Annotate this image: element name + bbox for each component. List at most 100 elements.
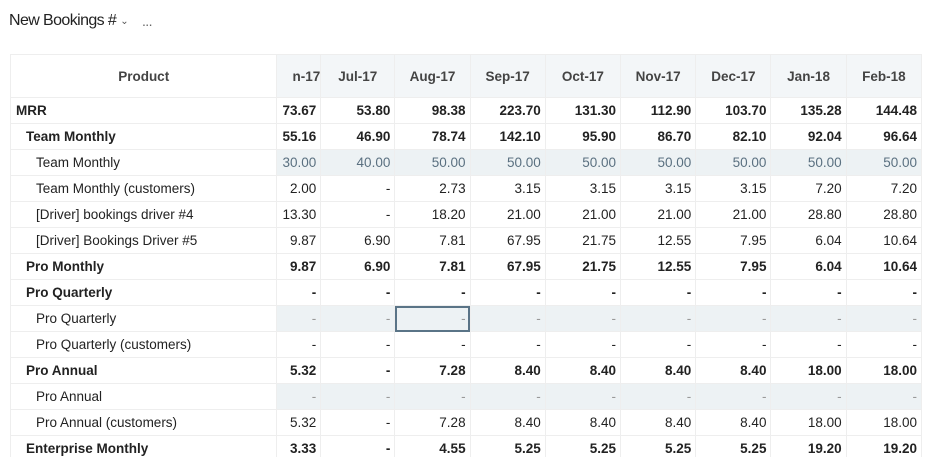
column-header-month[interactable]: Jul-17 [321,55,395,98]
value-cell[interactable]: 21.00 [621,202,696,228]
value-cell[interactable]: - [321,280,395,306]
value-cell[interactable]: - [395,280,470,306]
column-header-month[interactable]: Aug-17 [395,55,470,98]
value-cell[interactable]: 7.81 [395,228,470,254]
column-header-month[interactable]: Nov-17 [621,55,696,98]
value-cell[interactable]: - [277,332,321,358]
value-cell[interactable]: 7.20 [771,176,846,202]
value-cell[interactable]: 30.00 [277,150,321,176]
value-cell[interactable]: 3.15 [696,176,771,202]
value-cell[interactable]: 82.10 [696,124,771,150]
value-cell[interactable]: 18.00 [846,358,921,384]
value-cell[interactable]: 92.04 [771,124,846,150]
value-cell[interactable]: 12.55 [621,254,696,280]
value-cell[interactable]: 223.70 [470,98,545,124]
value-cell[interactable]: 19.20 [771,436,846,457]
row-label[interactable]: Pro Monthly [11,254,277,280]
value-cell[interactable]: 9.87 [277,254,321,280]
value-cell[interactable]: - [321,436,395,457]
value-cell[interactable]: 8.40 [545,358,620,384]
value-cell[interactable]: 7.20 [846,176,921,202]
value-cell[interactable]: 6.90 [321,254,395,280]
value-cell[interactable]: 55.16 [277,124,321,150]
value-cell[interactable]: - [846,332,921,358]
value-cell[interactable]: - [696,332,771,358]
value-cell[interactable]: 50.00 [621,150,696,176]
value-cell[interactable]: 3.33 [277,436,321,457]
value-cell[interactable]: - [696,280,771,306]
value-cell[interactable]: - [846,306,921,332]
value-cell[interactable]: 144.48 [846,98,921,124]
value-cell[interactable]: 6.04 [771,228,846,254]
value-cell[interactable]: 78.74 [395,124,470,150]
row-label[interactable]: Enterprise Monthly [11,436,277,457]
value-cell[interactable]: - [395,332,470,358]
row-label[interactable]: Team Monthly [11,124,277,150]
value-cell[interactable]: - [621,306,696,332]
column-header-month[interactable]: Oct-17 [545,55,620,98]
value-cell[interactable]: - [277,280,321,306]
value-cell[interactable]: 10.64 [846,228,921,254]
value-cell[interactable]: 8.40 [621,410,696,436]
value-cell[interactable]: 53.80 [321,98,395,124]
value-cell[interactable]: 28.80 [771,202,846,228]
column-header-month[interactable]: Feb-18 [846,55,921,98]
value-cell[interactable]: - [321,332,395,358]
value-cell[interactable]: 2.73 [395,176,470,202]
value-cell[interactable]: 8.40 [545,410,620,436]
value-cell[interactable]: - [321,384,395,410]
value-cell[interactable]: 86.70 [621,124,696,150]
value-cell[interactable]: 2.00 [277,176,321,202]
value-cell[interactable]: - [395,384,470,410]
chevron-down-icon[interactable]: ⌄ [120,16,128,27]
value-cell[interactable]: - [277,384,321,410]
value-cell[interactable]: - [696,306,771,332]
value-cell[interactable]: - [321,176,395,202]
value-cell[interactable]: 112.90 [621,98,696,124]
value-cell[interactable]: 7.28 [395,410,470,436]
value-cell[interactable]: 8.40 [696,410,771,436]
row-label[interactable]: Pro Annual [11,384,277,410]
value-cell[interactable]: 96.64 [846,124,921,150]
value-cell[interactable]: - [696,384,771,410]
value-cell[interactable]: 4.55 [395,436,470,457]
column-header-month[interactable]: n-17 [277,55,321,98]
row-label[interactable]: Team Monthly (customers) [11,176,277,202]
value-cell[interactable]: - [621,280,696,306]
value-cell[interactable]: 5.32 [277,358,321,384]
value-cell[interactable]: - [771,280,846,306]
value-cell[interactable]: 131.30 [545,98,620,124]
value-cell[interactable]: 6.04 [771,254,846,280]
value-cell[interactable]: 3.15 [470,176,545,202]
row-label[interactable]: Team Monthly [11,150,277,176]
value-cell[interactable]: 40.00 [321,150,395,176]
value-cell[interactable]: 5.25 [470,436,545,457]
value-cell[interactable]: 18.00 [846,410,921,436]
value-cell[interactable]: 21.00 [696,202,771,228]
value-cell[interactable]: 7.95 [696,228,771,254]
value-cell[interactable]: 5.25 [621,436,696,457]
value-cell[interactable]: 21.75 [545,228,620,254]
value-cell[interactable]: 21.00 [545,202,620,228]
row-label[interactable]: [Driver] Bookings Driver #5 [11,228,277,254]
column-header-month[interactable]: Dec-17 [696,55,771,98]
value-cell[interactable]: 7.95 [696,254,771,280]
value-cell[interactable]: - [621,332,696,358]
value-cell[interactable]: 8.40 [470,358,545,384]
value-cell[interactable]: 18.00 [771,410,846,436]
value-cell[interactable]: 50.00 [696,150,771,176]
value-cell[interactable]: - [545,332,620,358]
value-cell[interactable]: 13.30 [277,202,321,228]
row-label[interactable]: Pro Quarterly [11,306,277,332]
value-cell[interactable]: - [846,384,921,410]
value-cell[interactable]: - [470,384,545,410]
value-cell[interactable]: 18.00 [771,358,846,384]
value-cell[interactable]: 6.90 [321,228,395,254]
value-cell[interactable]: 3.15 [545,176,620,202]
row-label[interactable]: [Driver] bookings driver #4 [11,202,277,228]
more-options-button[interactable]: ... [142,13,152,29]
value-cell[interactable]: 3.15 [621,176,696,202]
value-cell[interactable]: 21.75 [545,254,620,280]
value-cell[interactable]: 8.40 [621,358,696,384]
value-cell[interactable]: 8.40 [696,358,771,384]
